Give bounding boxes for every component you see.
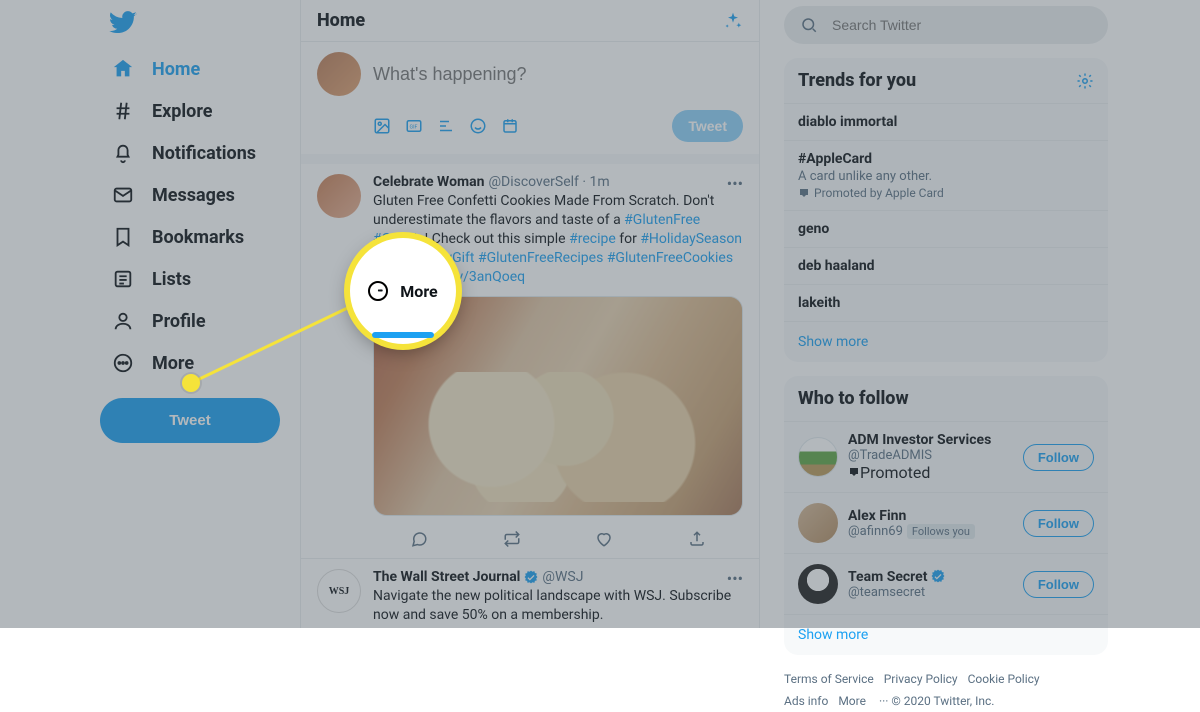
follow-button[interactable]: Follow [1023,571,1094,598]
timeline-header: Home [301,0,759,42]
nav-label: Lists [152,269,191,290]
trend-item[interactable]: lakeith [784,284,1108,321]
avatar [798,503,838,543]
nav-label: Notifications [152,143,256,164]
search-icon [800,16,818,34]
avatar[interactable] [317,52,361,96]
like-icon[interactable] [595,530,613,548]
tweet-text: Gluten Free Confetti Cookies Made From S… [373,192,743,286]
bookmark-icon [112,226,134,248]
tweet-more-icon[interactable]: ••• [727,569,743,588]
nav-profile[interactable]: Profile [100,300,300,342]
svg-text:GIF: GIF [410,124,418,130]
sidebar-tweet-button[interactable]: Tweet [100,398,280,443]
list-icon [112,268,134,290]
envelope-icon [112,184,134,206]
compose-input[interactable] [373,64,743,85]
follow-button[interactable]: Follow [1023,510,1094,537]
compose-toolbar: GIF [373,117,519,135]
tweet: WSJ The Wall Street Journal @WSJ ••• Nav… [301,559,759,628]
hash-icon [112,100,134,122]
schedule-icon[interactable] [501,117,519,135]
trend-item[interactable]: #AppleCard A card unlike any other. Prom… [784,140,1108,210]
gear-icon[interactable] [1076,72,1094,90]
compose-tweet-button[interactable]: Tweet [672,110,743,142]
tweet-author[interactable]: The Wall Street Journal [373,569,520,585]
gif-icon[interactable]: GIF [405,117,423,135]
tweet: Celebrate Woman @DiscoverSelf · 1m ••• G… [301,164,759,559]
right-sidebar: Trends for you diablo immortal #AppleCar… [760,0,1200,628]
more-icon [112,352,134,374]
search-input[interactable] [832,17,1092,33]
follow-item[interactable]: ADM Investor Services @TradeADMIS Promot… [784,421,1108,492]
reply-icon[interactable] [410,530,428,548]
who-title: Who to follow [798,388,909,409]
nav-notifications[interactable]: Notifications [100,132,300,174]
avatar [798,564,838,604]
avatar [798,437,838,477]
tweet-author[interactable]: Celebrate Woman [373,174,484,190]
nav-label: More [152,353,194,374]
image-icon[interactable] [373,117,391,135]
nav-messages[interactable]: Messages [100,174,300,216]
nav-lists[interactable]: Lists [100,258,300,300]
search-box[interactable] [784,6,1108,44]
tweet-more-icon[interactable]: ••• [727,174,743,193]
poll-icon[interactable] [437,117,455,135]
trends-card: Trends for you diablo immortal #AppleCar… [784,58,1108,362]
avatar[interactable]: WSJ [317,569,361,613]
trend-item[interactable]: geno [784,210,1108,247]
who-show-more[interactable]: Show more [784,614,1108,655]
share-icon[interactable] [688,530,706,548]
promoted-icon [798,187,810,199]
twitter-logo-icon[interactable] [108,8,138,38]
nav-more[interactable]: More [100,342,300,384]
person-icon [112,310,134,332]
nav-label: Home [152,59,200,80]
trends-title: Trends for you [798,70,916,91]
nav-label: Explore [152,101,212,122]
tweet-text: Navigate the new political landscape wit… [373,587,743,625]
nav-explore[interactable]: Explore [100,90,300,132]
nav-home[interactable]: Home [100,48,300,90]
nav-bookmarks[interactable]: Bookmarks [100,216,300,258]
app-root: Home Explore Notifications Messages Book… [0,0,1200,628]
compose-box: GIF Tweet [301,42,759,164]
trend-item[interactable]: deb haaland [784,247,1108,284]
follow-item[interactable]: Alex Finn @afinn69Follows you Follow [784,492,1108,553]
sparkle-icon[interactable] [723,11,743,31]
follow-button[interactable]: Follow [1023,444,1094,471]
emoji-icon[interactable] [469,117,487,135]
verified-icon [931,569,945,583]
sidebar: Home Explore Notifications Messages Book… [0,0,300,628]
promoted-icon [848,466,860,478]
bell-icon [112,142,134,164]
avatar[interactable] [317,174,361,218]
trend-item[interactable]: diablo immortal [784,103,1108,140]
footer-links: Terms of ServicePrivacy PolicyCookie Pol… [784,669,1108,712]
retweet-icon[interactable] [503,530,521,548]
follow-item[interactable]: Team Secret @teamsecret Follow [784,553,1108,614]
tweet-image[interactable] [373,296,743,516]
verified-icon [524,570,538,584]
trends-show-more[interactable]: Show more [784,321,1108,362]
nav-label: Messages [152,185,235,206]
home-icon [112,58,134,80]
nav-label: Profile [152,311,206,332]
who-to-follow-card: Who to follow ADM Investor Services @Tra… [784,376,1108,655]
nav-label: Bookmarks [152,227,244,248]
main-column: Home GIF Tweet [300,0,760,628]
page-title: Home [317,10,365,31]
tweet-actions [373,526,743,552]
